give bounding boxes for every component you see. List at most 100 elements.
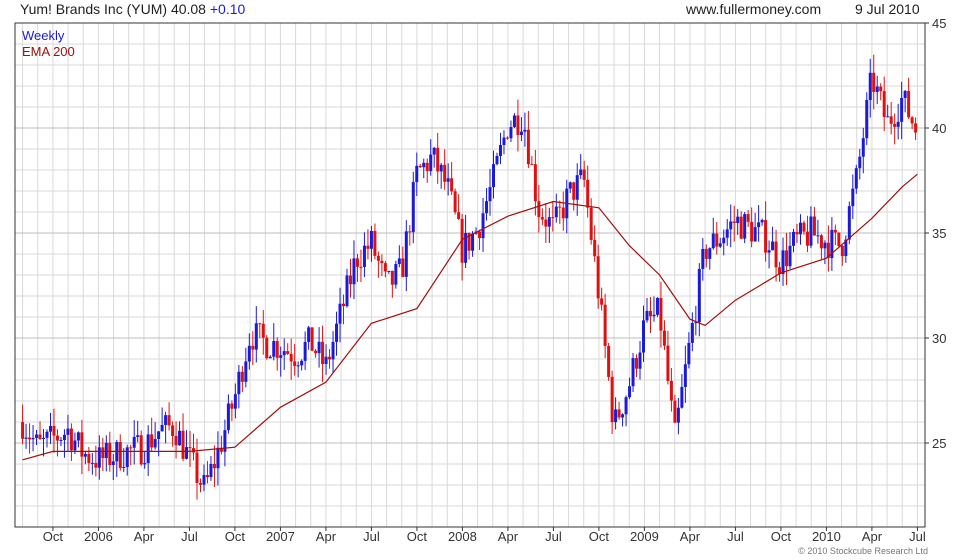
candle-body [279,355,283,358]
candle-body [495,155,499,165]
candle-body [439,164,443,172]
candle-body [603,304,607,347]
candle-body [411,182,415,233]
candle-body [631,358,635,387]
candle-body [45,431,49,438]
candle-body [488,187,492,202]
candle-body [697,268,701,323]
candle-body [645,310,649,321]
candle-body [509,127,513,139]
candle-body [607,346,611,377]
candle-body [551,217,555,219]
candle-body [146,434,150,464]
candle-body [272,341,276,357]
candle-body [485,201,489,214]
candle-body [621,414,625,418]
x-tick-label: 2010 [812,529,841,544]
candle-body [868,72,872,101]
last-price: 40.08 [170,1,206,17]
candle-body [771,241,775,251]
candle-body [823,242,827,249]
candle-body [432,147,436,155]
candle-body [268,356,272,359]
candle-body [638,352,642,369]
candle-body [21,422,25,439]
candle-body [104,442,108,459]
candle-body [635,358,639,369]
candle-body [575,175,579,200]
candle-body [530,164,534,166]
candle-body [240,371,244,382]
candle-body [335,323,339,342]
candle-body [233,394,237,409]
candle-body [847,206,851,240]
candle-body [614,409,618,423]
candle-body [300,360,304,366]
y-tick-label: 25 [932,436,946,451]
candle-body [589,207,593,240]
candle-body [251,345,255,350]
candle-body [767,250,771,253]
candle-body [505,137,509,139]
candle-body [167,415,171,426]
candle-body [362,245,366,267]
candle-body [875,86,879,92]
candle-body [408,231,412,233]
y-tick-label: 40 [932,121,946,136]
candle-body [540,217,544,220]
candle-body [254,323,258,350]
candle-body [24,437,28,439]
candle-body [324,356,328,364]
candle-body [481,213,485,239]
candle-body [383,263,387,272]
candle-body [711,233,715,249]
candle-body [582,169,586,180]
candle-body [55,435,59,441]
y-tick-label: 45 [932,16,946,31]
source-site: www.fullermoney.com [686,1,822,17]
candle-body [725,229,729,238]
candle-body [164,415,168,425]
candle-body [307,327,311,342]
candle-body [230,403,234,409]
candle-body [676,407,680,423]
candle-body [328,356,332,360]
candle-body [701,248,705,269]
copyright-footer: © 2010 Stockcube Research Ltd [798,546,928,556]
candle-body [174,435,178,446]
candle-body [244,361,248,382]
candle-body [547,217,551,227]
candle-body [516,115,520,136]
candle-body [443,164,447,182]
candle-body [35,434,39,438]
candle-body [446,178,450,182]
x-tick-label: 2008 [448,529,477,544]
candle-body [80,432,84,457]
candle-body [52,425,56,436]
candle-body [655,297,659,315]
candle-body [195,452,199,483]
candle-body [422,162,426,168]
candle-body [153,439,157,448]
candle-body [579,169,583,176]
candle-body [212,463,216,469]
candle-body [558,206,562,208]
candle-body [101,447,105,459]
candle-body [792,231,796,246]
candle-body [317,341,321,354]
candle-body [858,156,862,169]
candle-body [390,270,394,285]
candle-body [216,447,220,469]
candle-body [704,248,708,259]
x-tick-label: Jul [727,529,744,544]
candle-body [872,72,876,92]
candle-body [188,447,192,449]
candle-body [125,447,129,467]
candle-body [893,123,897,127]
candle-body [401,258,405,277]
candle-body [345,275,349,307]
candle-body [42,437,46,439]
x-tick-label: Jul [181,529,198,544]
x-tick-label: Jul [545,529,562,544]
candle-body [181,430,185,459]
